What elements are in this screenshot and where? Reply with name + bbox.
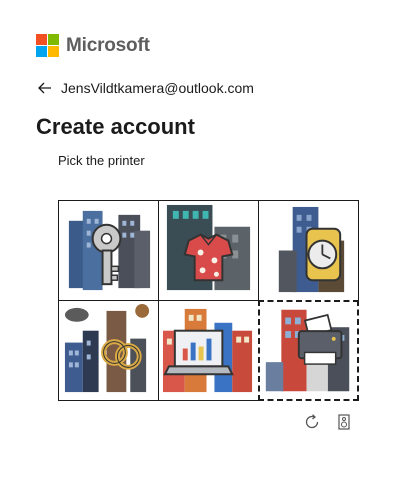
microsoft-logo: Microsoft (36, 34, 150, 58)
identity-banner: JensVildtkamera@outlook.com (36, 79, 254, 97)
challenge-controls (302, 412, 354, 432)
image-challenge-grid (58, 200, 359, 401)
challenge-tile-watch[interactable] (258, 200, 359, 301)
account-email: JensVildtkamera@outlook.com (61, 80, 254, 96)
speaker-icon[interactable] (334, 412, 354, 432)
page-title: Create account (36, 114, 195, 139)
key-icon (68, 210, 151, 291)
watch-icon (278, 206, 345, 293)
printer-icon (265, 309, 350, 392)
microsoft-logo-icon (36, 34, 60, 58)
challenge-tile-rings[interactable] (58, 300, 159, 401)
challenge-prompt: Pick the printer (58, 153, 145, 168)
shirt-icon (166, 204, 251, 291)
refresh-icon[interactable] (302, 412, 322, 432)
laptop-icon (162, 308, 253, 393)
challenge-tile-shirt[interactable] (158, 200, 259, 301)
rings-icon (64, 303, 150, 393)
brand-name: Microsoft (66, 35, 150, 56)
challenge-tile-laptop[interactable] (158, 300, 259, 401)
back-arrow-icon[interactable] (36, 79, 54, 97)
challenge-tile-printer[interactable] (258, 300, 359, 401)
challenge-tile-key[interactable] (58, 200, 159, 301)
